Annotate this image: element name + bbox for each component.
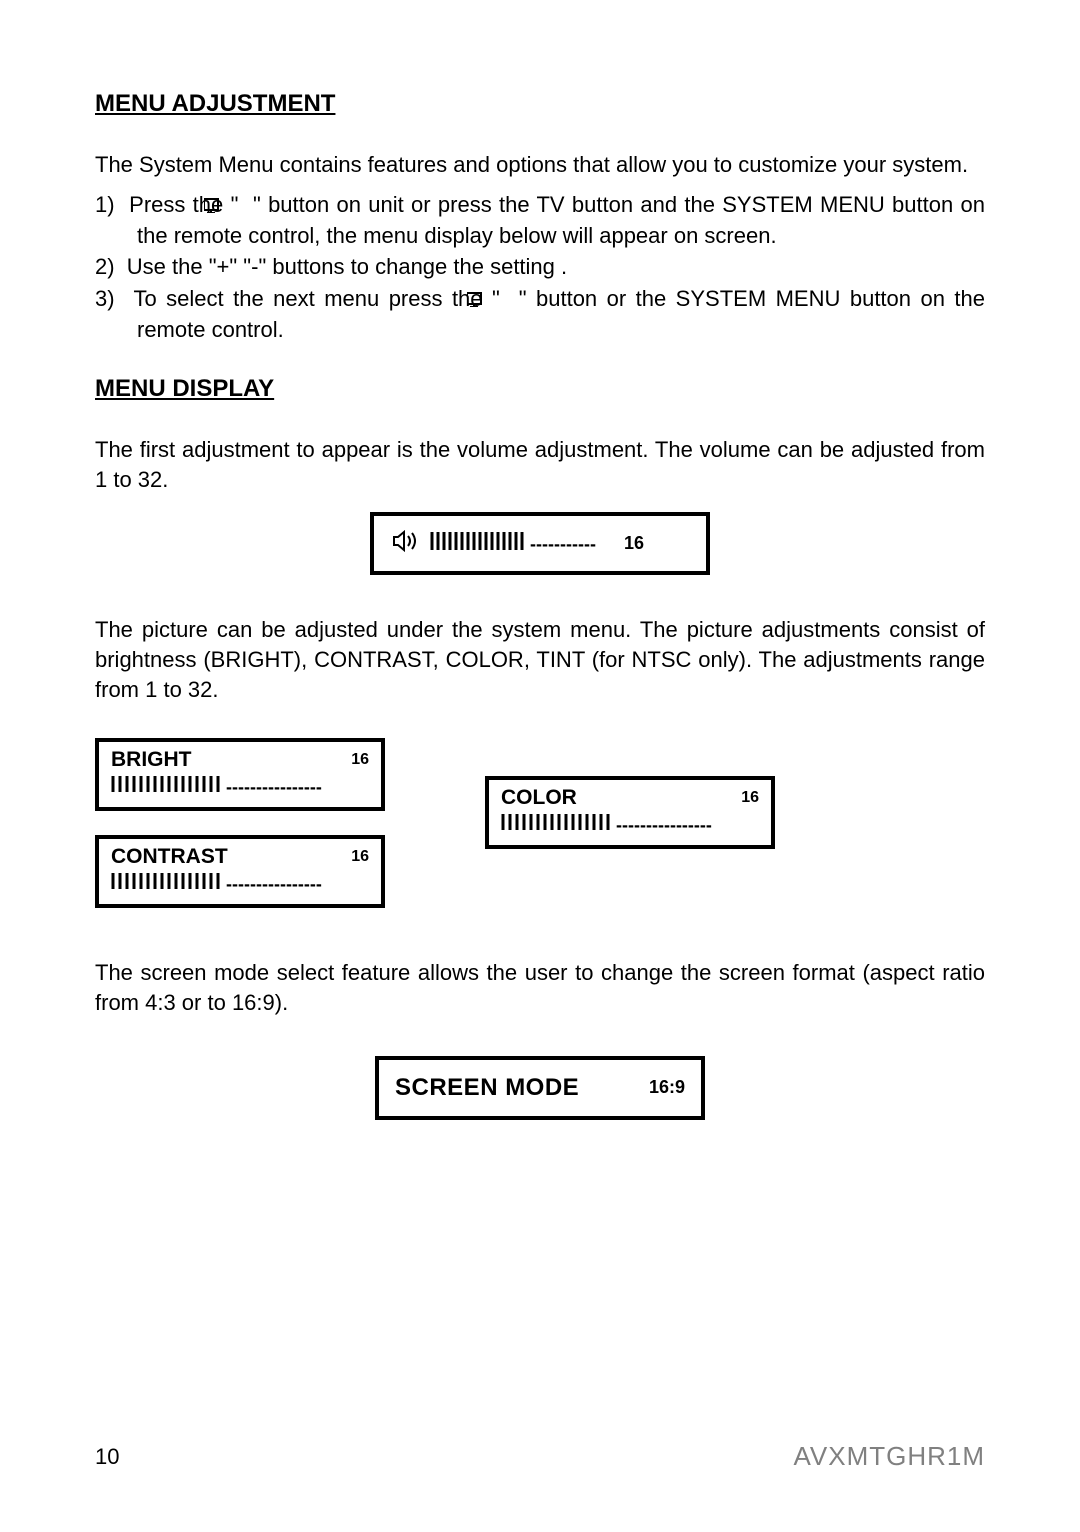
bright-label: BRIGHT [111,748,192,772]
contrast-gauge-empty: ---------------- [226,875,322,893]
contrast-osd-box: CONTRAST 16 [95,835,385,908]
color-osd-box: COLOR 16 [485,776,775,849]
bright-gauge-fill [111,776,226,797]
volume-gauge: ----------- [430,532,596,555]
contrast-gauge: ---------------- [111,873,369,894]
color-gauge-empty: ---------------- [616,816,712,834]
volume-osd-box: ----------- 16 [370,512,710,575]
heading-menu-adjustment: MENU ADJUSTMENT [95,90,985,118]
color-label: COLOR [501,786,577,810]
screen-mode-value: 16:9 [649,1077,685,1098]
screen-mode-label: SCREEN MODE [395,1074,579,1102]
step-3-number: 3) [95,286,115,311]
step-2-number: 2) [95,254,115,279]
contrast-value: 16 [351,848,369,866]
step-1-post: " button on unit or press the TV button … [137,192,985,248]
speaker-icon [392,530,420,557]
color-gauge: ---------------- [501,814,759,835]
bright-value: 16 [351,751,369,769]
screen-mode-text: The screen mode select feature allows th… [95,958,985,1017]
volume-gauge-empty: ----------- [530,535,596,553]
color-value: 16 [741,789,759,807]
volume-value: 16 [624,533,644,554]
step-1-number: 1) [95,192,115,217]
heading-menu-display: MENU DISPLAY [95,375,985,403]
step-3: 3) To select the next menu press the " "… [95,284,985,345]
color-gauge-fill [501,814,616,835]
step-3-pre: To select the next menu press the " [133,286,509,311]
steps-list: 1) Press the " " button on unit or press… [95,190,985,345]
volume-gauge-fill [430,532,530,555]
intro-text: The System Menu contains features and op… [95,150,985,180]
page-number: 10 [95,1444,119,1470]
screen-mode-osd-box: SCREEN MODE 16:9 [375,1056,705,1120]
step-1: 1) Press the " " button on unit or press… [95,190,985,251]
contrast-label: CONTRAST [111,845,228,869]
step-1-pre: Press the " [129,192,246,217]
volume-text: The first adjustment to appear is the vo… [95,435,985,494]
bright-osd-box: BRIGHT 16 [95,738,385,811]
model-code: AVXMTGHR1M [793,1441,985,1472]
bright-gauge: ---------------- [111,776,369,797]
page-footer: 10 AVXMTGHR1M [95,1441,985,1472]
contrast-gauge-fill [111,873,226,894]
picture-text: The picture can be adjusted under the sy… [95,615,985,704]
bright-gauge-empty: ---------------- [226,778,322,796]
step-2-text: Use the "+" "-" buttons to change the se… [127,254,567,279]
step-2: 2) Use the "+" "-" buttons to change the… [95,252,985,282]
